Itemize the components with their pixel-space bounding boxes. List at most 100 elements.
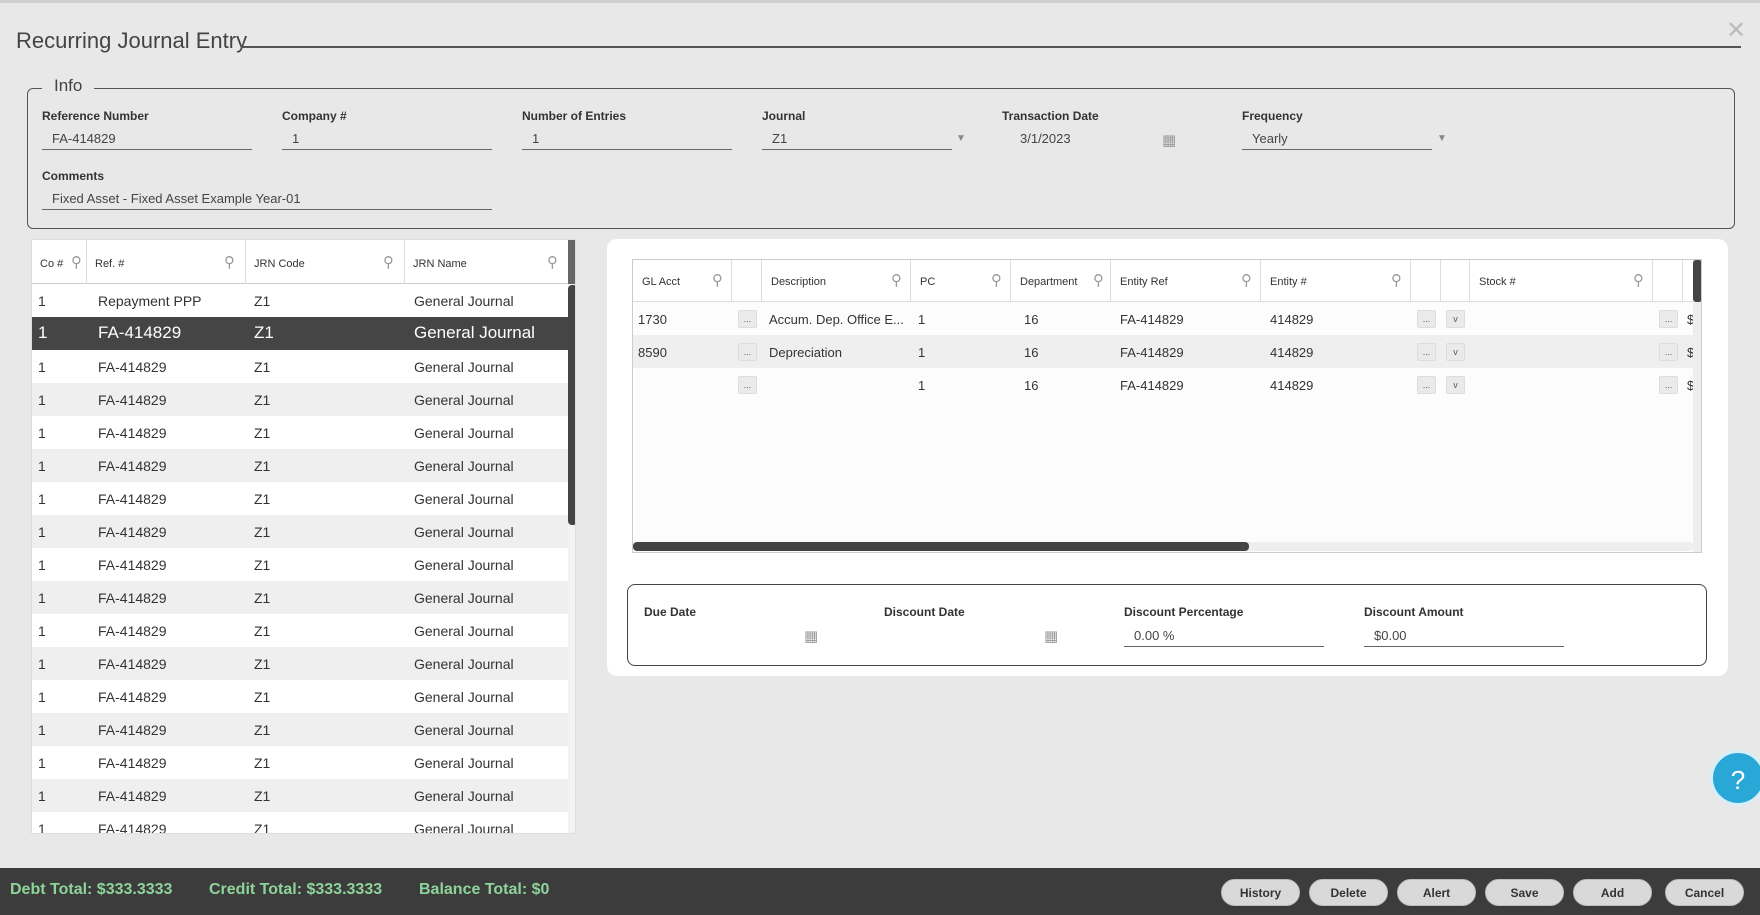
search-icon[interactable]: ⚲ — [71, 253, 82, 271]
header-jrn-code[interactable]: JRN Code ⚲ — [246, 240, 405, 284]
table-row[interactable]: 1730 Accum. Dep. Office E... 1 16 FA-414829 4… — [633, 302, 1694, 335]
reference-number-input[interactable]: FA-414829 — [42, 131, 252, 150]
list-item[interactable]: 1 FA-414829 Z1 General Journal — [32, 746, 568, 779]
search-icon[interactable]: ⚲ — [1633, 271, 1644, 289]
journal-field: Journal Z1 — [762, 109, 952, 150]
header-department[interactable]: Department ⚲ — [1011, 260, 1111, 302]
list-item[interactable]: 1 FA-414829 Z1 General Journal — [32, 647, 568, 680]
header-co[interactable]: Co # ⚲ — [32, 240, 87, 284]
journal-select[interactable]: Z1 — [762, 131, 952, 150]
jrn-name-cell: General Journal — [414, 557, 514, 573]
list-item[interactable]: 1 FA-414829 Z1 General Journal — [32, 713, 568, 746]
entity-ref-cell: FA-414829 — [1120, 345, 1184, 360]
list-item[interactable]: 1 FA-414829 Z1 General Journal — [32, 482, 568, 515]
entity-num-cell: 414829 — [1270, 312, 1314, 327]
discount-percentage-input[interactable]: 0.00 % — [1124, 628, 1324, 647]
header-pc[interactable]: PC ⚲ — [911, 260, 1011, 302]
add-button[interactable]: Add — [1573, 879, 1652, 906]
transaction-date-calendar-icon[interactable]: ▦ — [1162, 131, 1176, 149]
list-item[interactable]: 1 FA-414829 Z1 General Journal — [32, 515, 568, 548]
co-cell: 1 — [38, 689, 46, 705]
lines-vertical-scrollbar[interactable] — [1693, 260, 1701, 552]
entity-dropdown-button[interactable]: v — [1446, 343, 1465, 361]
department-cell: 16 — [1024, 378, 1039, 393]
header-entity-ref[interactable]: Entity Ref ⚲ — [1111, 260, 1261, 302]
header-gl-acct[interactable]: GL Acct ⚲ — [633, 260, 732, 302]
stock-lookup-button[interactable]: ... — [1659, 310, 1678, 328]
list-item[interactable]: 1 FA-414829 Z1 General Journal — [32, 779, 568, 812]
entity-dropdown-button[interactable]: v — [1446, 376, 1465, 394]
list-item[interactable]: 1 FA-414829 Z1 General Journal — [32, 317, 568, 350]
search-icon[interactable]: ⚲ — [224, 253, 235, 271]
search-icon[interactable]: ⚲ — [1241, 271, 1252, 289]
search-icon[interactable]: ⚲ — [1391, 271, 1402, 289]
list-item[interactable]: 1 FA-414829 Z1 General Journal — [32, 416, 568, 449]
discount-date-calendar-icon[interactable]: ▦ — [1044, 627, 1058, 645]
entity-lookup-button[interactable]: ... — [1417, 343, 1436, 361]
list-item[interactable]: 1 FA-414829 Z1 General Journal — [32, 449, 568, 482]
frequency-chevron-down-icon[interactable]: ▼ — [1437, 133, 1447, 144]
search-icon[interactable]: ⚲ — [891, 271, 902, 289]
list-item[interactable]: 1 FA-414829 Z1 General Journal — [32, 614, 568, 647]
entity-lookup-button[interactable]: ... — [1417, 310, 1436, 328]
jrn-name-cell: General Journal — [414, 623, 514, 639]
co-cell: 1 — [38, 656, 46, 672]
search-icon[interactable]: ⚲ — [712, 271, 723, 289]
list-item[interactable]: 1 Repayment PPP Z1 General Journal — [32, 284, 568, 317]
search-icon[interactable]: ⚲ — [1093, 271, 1104, 289]
entity-lookup-button[interactable]: ... — [1417, 376, 1436, 394]
search-icon[interactable]: ⚲ — [547, 253, 558, 271]
gl-lookup-button[interactable]: ... — [738, 376, 757, 394]
list-item[interactable]: 1 FA-414829 Z1 General Journal — [32, 548, 568, 581]
comments-input[interactable]: Fixed Asset - Fixed Asset Example Year-0… — [42, 191, 492, 210]
ref-cell: FA-414829 — [98, 788, 167, 804]
alert-button[interactable]: Alert — [1397, 879, 1476, 906]
help-chat-icon[interactable]: ? — [1710, 750, 1760, 806]
due-date-calendar-icon[interactable]: ▦ — [804, 627, 818, 645]
save-button[interactable]: Save — [1485, 879, 1564, 906]
table-row[interactable]: 1 16 FA-414829 414829 $...... v... — [633, 368, 1694, 401]
entity-num-cell: 414829 — [1270, 345, 1314, 360]
gl-lookup-button[interactable]: ... — [738, 343, 757, 361]
delete-button[interactable]: Delete — [1309, 879, 1388, 906]
co-cell: 1 — [38, 524, 46, 540]
jrn-name-cell: General Journal — [414, 392, 514, 408]
co-cell: 1 — [38, 293, 46, 309]
journal-chevron-down-icon[interactable]: ▼ — [956, 133, 966, 144]
search-icon[interactable]: ⚲ — [383, 253, 394, 271]
list-item[interactable]: 1 FA-414829 Z1 General Journal — [32, 680, 568, 713]
close-icon[interactable]: ✕ — [1726, 16, 1746, 45]
entity-dropdown-button[interactable]: v — [1446, 310, 1465, 328]
header-ref[interactable]: Ref. # ⚲ — [87, 240, 246, 284]
history-button[interactable]: History — [1221, 879, 1300, 906]
transaction-date-field: Transaction Date 3/1/2023 — [1002, 109, 1172, 150]
transaction-date-input[interactable]: 3/1/2023 — [1002, 131, 1172, 150]
list-item[interactable]: 1 FA-414829 Z1 General Journal — [32, 581, 568, 614]
list-item[interactable]: 1 FA-414829 Z1 General Journal — [32, 383, 568, 416]
lines-horizontal-scrollbar-thumb[interactable] — [633, 542, 1249, 551]
lines-vertical-scrollbar-thumb[interactable] — [1693, 260, 1701, 302]
number-of-entries-input[interactable]: 1 — [522, 131, 732, 150]
header-entity-num[interactable]: Entity # ⚲ — [1261, 260, 1411, 302]
frequency-select[interactable]: Yearly — [1242, 131, 1432, 150]
ref-cell: FA-414829 — [98, 524, 167, 540]
table-row[interactable]: 8590 Depreciation 1 16 FA-414829 414829 $.....… — [633, 335, 1694, 368]
cancel-button[interactable]: Cancel — [1665, 879, 1744, 906]
description-cell: Depreciation — [769, 345, 842, 360]
jrn-name-cell: General Journal — [414, 491, 514, 507]
list-scrollbar-thumb[interactable] — [568, 285, 575, 525]
header-description[interactable]: Description ⚲ — [762, 260, 911, 302]
list-item[interactable]: 1 FA-414829 Z1 General Journal — [32, 350, 568, 383]
co-cell: 1 — [38, 359, 46, 375]
gl-lookup-button[interactable]: ... — [738, 310, 757, 328]
search-icon[interactable]: ⚲ — [991, 271, 1002, 289]
discount-amount-input[interactable]: $0.00 — [1364, 628, 1564, 647]
stock-lookup-button[interactable]: ... — [1659, 376, 1678, 394]
stock-lookup-button[interactable]: ... — [1659, 343, 1678, 361]
department-cell: 16 — [1024, 312, 1039, 327]
company-input[interactable]: 1 — [282, 131, 492, 150]
header-jrn-name[interactable]: JRN Name ⚲ — [405, 240, 568, 284]
list-item[interactable]: 1 FA-414829 Z1 General Journal — [32, 812, 568, 833]
header-stock-num[interactable]: Stock # ⚲ — [1470, 260, 1653, 302]
company-field: Company # 1 — [282, 109, 492, 150]
